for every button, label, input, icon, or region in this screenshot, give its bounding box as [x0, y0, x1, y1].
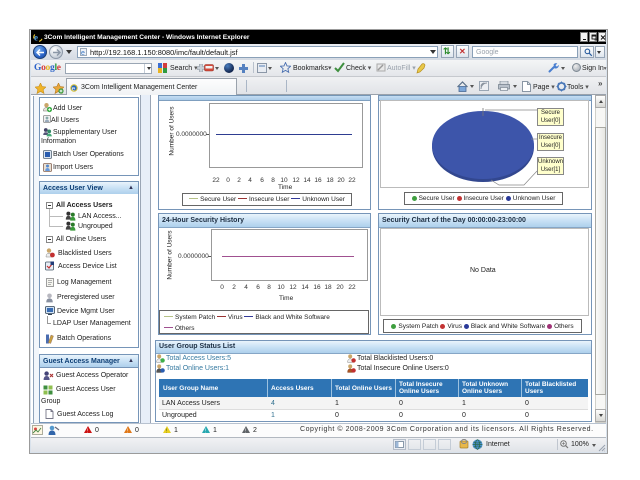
svg-text:!: ! [245, 429, 246, 434]
svg-text:e: e [34, 33, 38, 43]
svg-text:!: ! [87, 429, 88, 434]
svg-text:!: ! [127, 429, 128, 434]
svg-text:!: ! [166, 429, 167, 434]
svg-text:e: e [81, 50, 85, 56]
svg-text:!: ! [205, 429, 206, 434]
